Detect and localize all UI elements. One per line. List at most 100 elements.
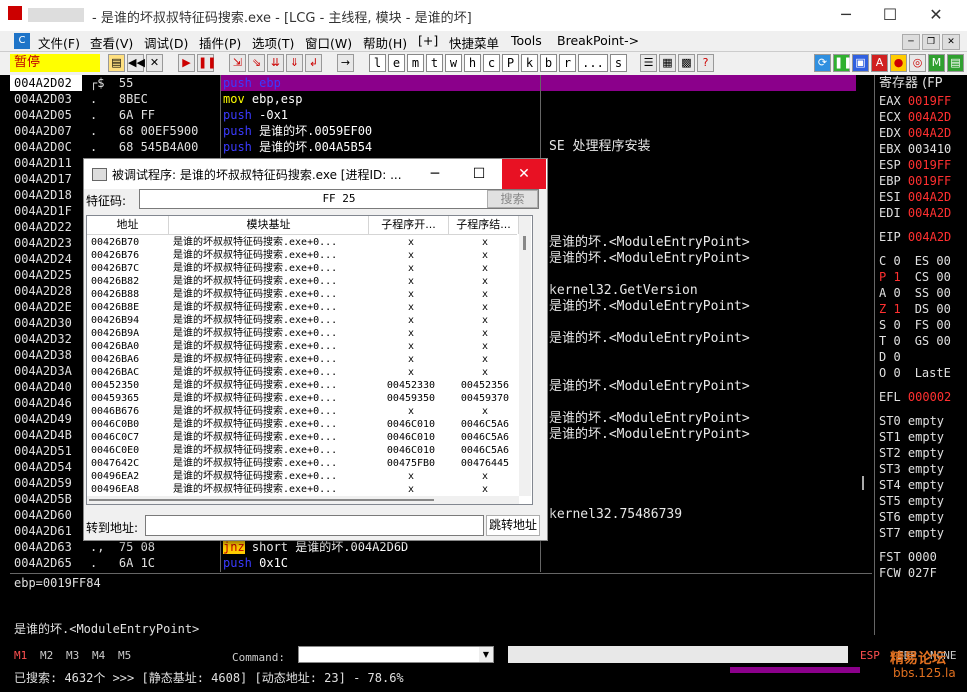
menu-options[interactable]: 选项(T): [252, 33, 294, 52]
execute-till-return-icon[interactable]: ↲: [305, 54, 322, 72]
fpu-register[interactable]: ST2 empty: [875, 445, 967, 461]
table-row[interactable]: 0046B676 是谁的坏叔叔特征码搜索.exe+0... x x: [87, 405, 517, 418]
goto-address-button[interactable]: 跳转地址: [486, 515, 540, 536]
close-file-icon[interactable]: ✕: [146, 54, 163, 72]
tab-m5[interactable]: M5: [118, 649, 131, 662]
disasm-address[interactable]: 004A2D30: [10, 315, 82, 331]
disasm-address[interactable]: 004A2D02: [10, 75, 82, 91]
disasm-address[interactable]: 004A2D5B: [10, 491, 82, 507]
table-row[interactable]: 00426B82 是谁的坏叔叔特征码搜索.exe+0... x x: [87, 275, 517, 288]
plugin-m-icon[interactable]: M: [928, 54, 945, 72]
disasm-address[interactable]: 004A2D24: [10, 251, 82, 267]
list-icon[interactable]: ☰: [640, 54, 657, 72]
register-row[interactable]: EFL 000002: [875, 389, 967, 405]
tab-m1[interactable]: M1: [14, 649, 27, 662]
register-row[interactable]: ECX 004A2D: [875, 109, 967, 125]
table-row[interactable]: 00426B8E 是谁的坏叔叔特征码搜索.exe+0... x x: [87, 301, 517, 314]
disasm-scrollbar[interactable]: [856, 91, 870, 571]
plugin-b-icon[interactable]: ▣: [852, 54, 869, 72]
toolbar-l[interactable]: l: [369, 54, 386, 72]
command-input[interactable]: ▼: [298, 646, 494, 663]
disasm-address[interactable]: 004A2D38: [10, 347, 82, 363]
fpu-register[interactable]: ST6 empty: [875, 509, 967, 525]
minimize-button[interactable]: ─: [826, 3, 866, 27]
table-row[interactable]: 00426B7C 是谁的坏叔叔特征码搜索.exe+0... x x: [87, 262, 517, 275]
table-row[interactable]: 00452350 是谁的坏叔叔特征码搜索.exe+0... 00452330 0045…: [87, 379, 517, 392]
toolbar-p[interactable]: P: [502, 54, 519, 72]
menu-plugins[interactable]: 插件(P): [199, 33, 241, 52]
disasm-address[interactable]: 004A2D4B: [10, 427, 82, 443]
disasm-address[interactable]: 004A2D32: [10, 331, 82, 347]
table-row[interactable]: 0046C0C7 是谁的坏叔叔特征码搜索.exe+0... 0046C010 0046…: [87, 431, 517, 444]
registers-pane[interactable]: 寄存器 (FP EAX 0019FF ECX 004A2D EDX 004A2D EB…: [874, 75, 967, 635]
register-row[interactable]: ESI 004A2D: [875, 189, 967, 205]
disasm-address[interactable]: 004A2D59: [10, 475, 82, 491]
col-sub-end[interactable]: 子程序结...: [449, 216, 519, 234]
table-row[interactable]: 00426BA0 是谁的坏叔叔特征码搜索.exe+0... x x: [87, 340, 517, 353]
refresh-icon[interactable]: ⟳: [814, 54, 831, 72]
table-row[interactable]: 00426BAC 是谁的坏叔叔特征码搜索.exe+0... x x: [87, 366, 517, 379]
results-hscrollbar[interactable]: [87, 496, 519, 504]
col-module-base[interactable]: 模块基址: [169, 216, 369, 234]
trace-over-icon[interactable]: ⇓: [286, 54, 303, 72]
flag-row[interactable]: O 0 LastE: [875, 365, 967, 381]
disasm-address[interactable]: 004A2D60: [10, 507, 82, 523]
menu-breakpoint[interactable]: BreakPoint->: [557, 33, 639, 48]
menu-help[interactable]: 帮助(H): [363, 33, 407, 52]
toolbar-s[interactable]: s: [610, 54, 627, 72]
app-menu-icon[interactable]: C: [14, 33, 30, 49]
open-icon[interactable]: ▤: [108, 54, 125, 72]
help-icon[interactable]: ?: [697, 54, 714, 72]
table-row[interactable]: 00426B9A 是谁的坏叔叔特征码搜索.exe+0... x x: [87, 327, 517, 340]
disasm-address[interactable]: 004A2D51: [10, 443, 82, 459]
flag-row[interactable]: D 0: [875, 349, 967, 365]
toolbar-e[interactable]: e: [388, 54, 405, 72]
menu-debug[interactable]: 调试(D): [144, 33, 188, 52]
disasm-address[interactable]: 004A2D0C: [10, 139, 82, 155]
flag-row[interactable]: C 0 ES 00: [875, 253, 967, 269]
flag-row[interactable]: S 0 FS 00: [875, 317, 967, 333]
dialog-close-button[interactable]: ✕: [502, 159, 546, 189]
table-row[interactable]: 00496EA8 是谁的坏叔叔特征码搜索.exe+0... x x: [87, 483, 517, 496]
plugin-target-icon[interactable]: ◎: [909, 54, 926, 72]
disasm-address[interactable]: 004A2D11: [10, 155, 82, 171]
menu-file[interactable]: 文件(F): [38, 33, 80, 52]
run-icon[interactable]: ▶: [178, 54, 195, 72]
fpu-register[interactable]: ST5 empty: [875, 493, 967, 509]
toolbar-more[interactable]: ...: [578, 54, 608, 72]
toolbar-m[interactable]: m: [407, 54, 424, 72]
menu-window[interactable]: 窗口(W): [305, 33, 352, 52]
toolbar-w[interactable]: w: [445, 54, 462, 72]
toolbar-c[interactable]: c: [483, 54, 500, 72]
table-row[interactable]: 00459365 是谁的坏叔叔特征码搜索.exe+0... 00459350 0045…: [87, 392, 517, 405]
flag-row[interactable]: A 0 SS 00: [875, 285, 967, 301]
rewind-icon[interactable]: ◀◀: [127, 54, 145, 72]
disasm-address[interactable]: 004A2D18: [10, 187, 82, 203]
search-button[interactable]: 搜索: [487, 190, 538, 208]
close-button[interactable]: ✕: [916, 3, 956, 27]
table-row[interactable]: 0046C0E0 是谁的坏叔叔特征码搜索.exe+0... 0046C010 0046…: [87, 444, 517, 457]
disasm-address[interactable]: 004A2D3A: [10, 363, 82, 379]
grid-icon[interactable]: ▦: [659, 54, 676, 72]
register-row[interactable]: EBX 003410: [875, 141, 967, 157]
table-row[interactable]: 00426BA6 是谁的坏叔叔特征码搜索.exe+0... x x: [87, 353, 517, 366]
tab-m2[interactable]: M2: [40, 649, 53, 662]
mdi-minimize-icon[interactable]: ─: [902, 34, 920, 50]
pause-icon[interactable]: ❚❚: [197, 54, 216, 72]
tab-m3[interactable]: M3: [66, 649, 79, 662]
fpu-register[interactable]: ST3 empty: [875, 461, 967, 477]
disasm-address[interactable]: 004A2D28: [10, 283, 82, 299]
disasm-address[interactable]: 004A2D22: [10, 219, 82, 235]
register-row[interactable]: ESP 0019FF: [875, 157, 967, 173]
disasm-address[interactable]: 004A2D63: [10, 539, 82, 555]
table-row[interactable]: 00426B70 是谁的坏叔叔特征码搜索.exe+0... x x: [87, 236, 517, 249]
goto-icon[interactable]: →: [337, 54, 354, 72]
plugin-circle-icon[interactable]: ●: [890, 54, 907, 72]
disasm-address[interactable]: 004A2D05: [10, 107, 82, 123]
disasm-address[interactable]: 004A2D2E: [10, 299, 82, 315]
table-row[interactable]: 00426B88 是谁的坏叔叔特征码搜索.exe+0... x x: [87, 288, 517, 301]
disasm-address[interactable]: 004A2D65: [10, 555, 82, 571]
register-row[interactable]: EBP 0019FF: [875, 173, 967, 189]
menu-tools[interactable]: Tools: [511, 33, 542, 48]
chevron-down-icon[interactable]: ▼: [479, 647, 493, 662]
